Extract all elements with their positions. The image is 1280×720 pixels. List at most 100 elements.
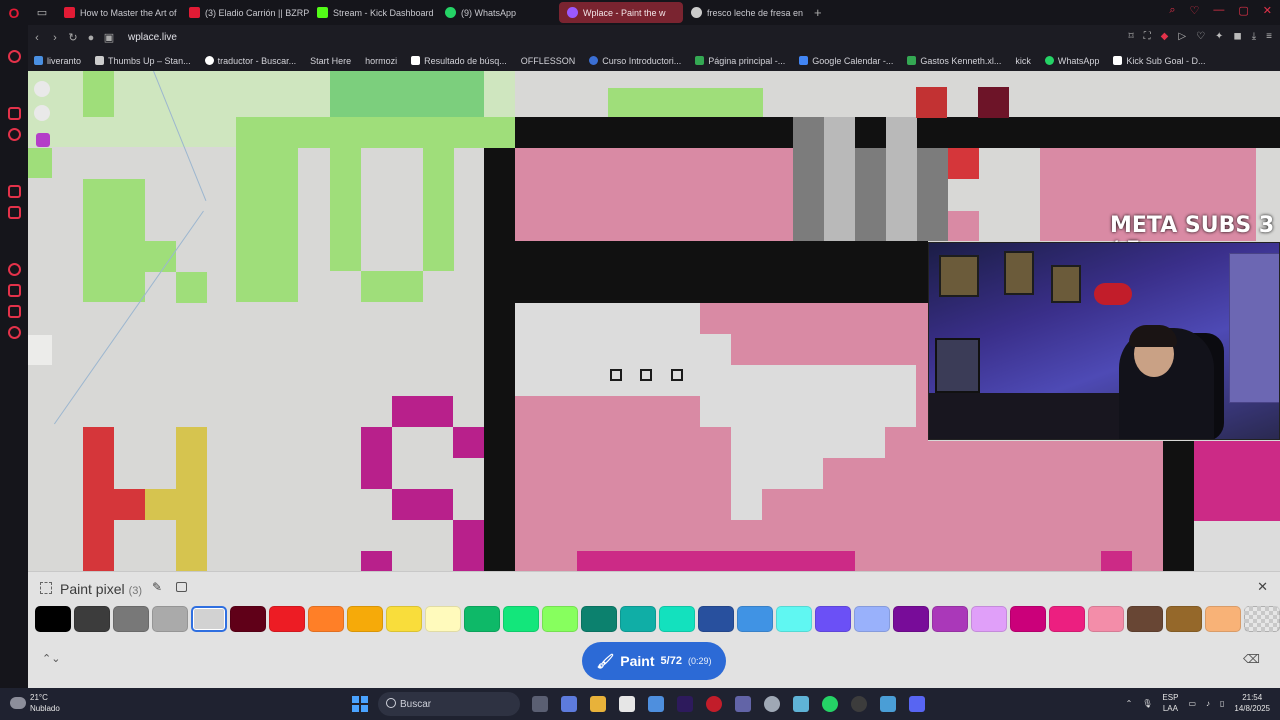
discord-icon[interactable] <box>909 696 925 712</box>
color-swatch[interactable] <box>113 606 149 632</box>
microphone-icon[interactable]: 🎙 <box>1142 699 1152 708</box>
adblock-icon[interactable]: ◆ <box>1161 31 1169 42</box>
maximize-icon[interactable]: ▢ <box>1238 4 1248 17</box>
color-swatch[interactable] <box>386 606 422 632</box>
bookmark-11[interactable]: kick <box>1015 56 1031 66</box>
capcut-icon[interactable] <box>880 696 896 712</box>
settings-icon[interactable] <box>7 326 21 339</box>
color-swatch[interactable] <box>35 606 71 632</box>
bookmark-icon[interactable]: ⌑ <box>1129 31 1134 42</box>
color-swatch[interactable] <box>854 606 890 632</box>
color-swatch[interactable] <box>1088 606 1124 632</box>
heart-icon[interactable]: ♡ <box>1190 4 1200 17</box>
url-field[interactable]: wplace.live <box>128 32 177 43</box>
notepad-icon[interactable] <box>793 696 809 712</box>
twitch-overlay-icon[interactable] <box>36 133 50 147</box>
color-swatch[interactable] <box>776 606 812 632</box>
color-swatch[interactable] <box>1166 606 1202 632</box>
bookmark-2[interactable]: traductor - Buscar... <box>204 56 296 66</box>
bookmark-7[interactable]: Curso Introductori... <box>589 56 681 66</box>
download-icon[interactable]: ⤓ <box>1252 31 1256 42</box>
color-swatch[interactable] <box>464 606 500 632</box>
color-swatch[interactable] <box>698 606 734 632</box>
tab-3[interactable]: (9) WhatsApp <box>437 2 559 23</box>
color-swatch[interactable] <box>1049 606 1085 632</box>
tab-2[interactable]: Stream - Kick Dashboard <box>309 2 437 23</box>
extensions-icon[interactable] <box>7 284 21 297</box>
task-view-icon[interactable] <box>532 696 548 712</box>
eraser-icon[interactable]: ⌫ <box>1243 652 1260 666</box>
file-explorer-icon[interactable] <box>590 696 606 712</box>
bookmark-8[interactable]: Página principal -... <box>695 56 785 66</box>
color-swatch[interactable] <box>893 606 929 632</box>
color-swatch[interactable] <box>191 606 227 632</box>
bookmark-3[interactable]: Start Here <box>310 56 351 66</box>
taskbar-search[interactable]: Buscar <box>378 692 520 716</box>
ticktick-icon[interactable] <box>648 696 664 712</box>
bookmark-5[interactable]: Resultado de búsq... <box>411 56 507 66</box>
pinboard-icon[interactable] <box>7 305 21 318</box>
color-swatch[interactable] <box>1127 606 1163 632</box>
messenger-icon[interactable] <box>7 128 21 141</box>
bookmark-6[interactable]: OFFLESSON <box>521 56 576 66</box>
favorite-icon[interactable]: ♡ <box>1196 31 1205 42</box>
color-swatch[interactable] <box>308 606 344 632</box>
bookmark-13[interactable]: Kick Sub Goal - D... <box>1113 56 1205 66</box>
tab-4-active[interactable]: Wplace - Paint the w <box>559 2 683 23</box>
tab-0[interactable]: How to Master the Art of <box>56 2 181 23</box>
paint-button[interactable]: 🖌 Paint 5/72 (0:29) <box>582 642 726 680</box>
clock[interactable]: 21:54 14/8/2025 <box>1234 692 1270 714</box>
forward-icon[interactable]: › <box>46 32 64 44</box>
layers-icon[interactable] <box>176 582 187 592</box>
color-swatch-transparent[interactable] <box>1244 606 1280 632</box>
expand-icon[interactable] <box>40 582 52 594</box>
bookmark-10[interactable]: Gastos Kenneth.xl... <box>907 56 1001 66</box>
aria-icon[interactable] <box>7 50 21 63</box>
bookmark-1[interactable]: Thumbs Up – Stan... <box>95 56 191 66</box>
bookmark-4[interactable]: hormozi <box>365 56 397 66</box>
search-tabs-icon[interactable]: ⌕ <box>1169 4 1175 17</box>
color-swatch[interactable] <box>659 606 695 632</box>
close-window-icon[interactable]: ✕ <box>1263 4 1272 17</box>
battery-icon[interactable]: ▯ <box>1220 699 1224 708</box>
chrome-icon[interactable] <box>764 696 780 712</box>
color-swatch[interactable] <box>971 606 1007 632</box>
pencil-icon[interactable]: ✎ <box>152 580 162 594</box>
volume-icon[interactable]: ♪ <box>1206 699 1210 708</box>
color-swatch[interactable] <box>620 606 656 632</box>
workspaces-icon[interactable]: ▭ <box>28 6 56 19</box>
notion-icon[interactable] <box>619 696 635 712</box>
zoom-out-button[interactable] <box>34 105 50 121</box>
profile-avatar[interactable]: ◼ <box>1233 31 1241 42</box>
bookmark-9[interactable]: Google Calendar -... <box>799 56 893 66</box>
obs-icon[interactable] <box>851 696 867 712</box>
color-swatch[interactable] <box>932 606 968 632</box>
back-icon[interactable]: ‹ <box>28 32 46 44</box>
color-swatch[interactable] <box>542 606 578 632</box>
language-indicator[interactable]: ESP LAA <box>1162 692 1178 714</box>
close-icon[interactable]: ✕ <box>1257 579 1268 595</box>
color-swatch[interactable] <box>152 606 188 632</box>
telegram-icon[interactable] <box>7 206 21 219</box>
ai-tools-icon[interactable] <box>7 107 21 120</box>
new-tab-button[interactable]: + <box>808 5 828 20</box>
color-swatch[interactable] <box>1010 606 1046 632</box>
location-icon[interactable]: ● <box>82 32 100 44</box>
color-swatch[interactable] <box>581 606 617 632</box>
history-icon[interactable] <box>7 263 21 276</box>
tab-5[interactable]: fresco leche de fresa en <box>683 2 808 23</box>
extensions-puzzle-icon[interactable]: ✦ <box>1215 31 1223 42</box>
zoom-in-button[interactable] <box>34 81 50 97</box>
color-swatch[interactable] <box>74 606 110 632</box>
opera-logo-icon[interactable]: O <box>0 0 28 25</box>
lock-icon[interactable]: ▣ <box>100 31 118 44</box>
bookmark-0[interactable]: liveranto <box>34 56 81 66</box>
tray-chevron-icon[interactable]: ⌃ <box>1126 699 1133 708</box>
color-swatch[interactable] <box>815 606 851 632</box>
whatsapp-taskbar-icon[interactable] <box>822 696 838 712</box>
color-swatch[interactable] <box>425 606 461 632</box>
network-icon[interactable]: ▭ <box>1188 699 1196 708</box>
player-icon[interactable]: ▷ <box>1178 31 1186 42</box>
menu-icon[interactable]: ≡ <box>1266 31 1272 42</box>
chevron-updown-icon[interactable]: ⌃⌄ <box>42 652 60 665</box>
